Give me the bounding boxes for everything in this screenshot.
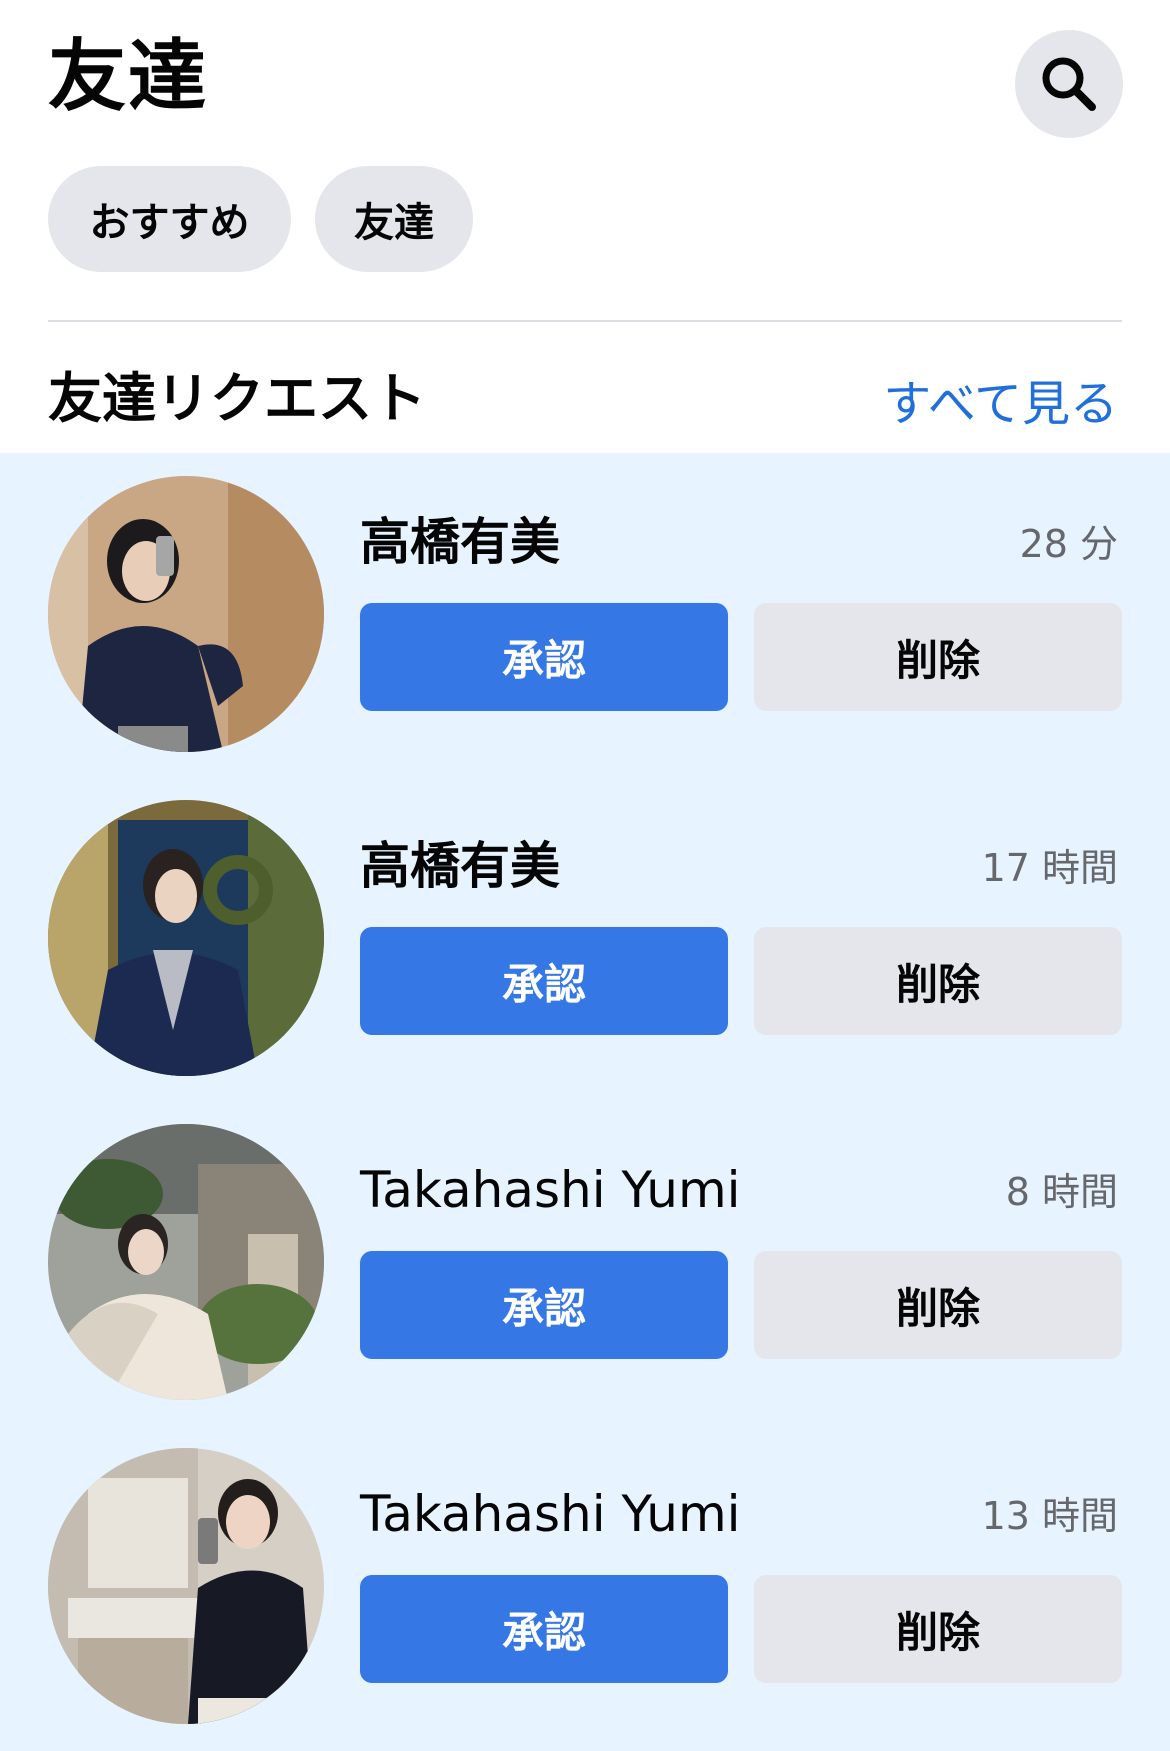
chip-recommend[interactable]: おすすめ: [48, 166, 291, 272]
request-time: 17 時間: [981, 846, 1118, 890]
avatar[interactable]: [48, 476, 324, 752]
see-all-link[interactable]: すべて見る: [883, 380, 1118, 428]
chip-friends[interactable]: 友達: [315, 166, 473, 272]
accept-button[interactable]: 承認: [360, 1251, 728, 1359]
avatar[interactable]: [48, 1448, 324, 1724]
page-title: 友達: [48, 32, 209, 122]
avatar[interactable]: [48, 800, 324, 1076]
friend-request-item: 高橋有美 28 分 承認 削除: [0, 453, 1170, 777]
requester-name[interactable]: 高橋有美: [360, 841, 560, 891]
request-time: 28 分: [1019, 522, 1118, 566]
delete-button[interactable]: 削除: [754, 1251, 1122, 1359]
divider: [48, 320, 1122, 322]
requester-name[interactable]: Takahashi Yumi: [360, 1489, 741, 1539]
search-icon: [1042, 57, 1096, 111]
friend-request-item: 高橋有美 17 時間 承認 削除: [0, 777, 1170, 1101]
request-time: 13 時間: [981, 1494, 1118, 1538]
request-time: 8 時間: [1005, 1170, 1118, 1214]
accept-button[interactable]: 承認: [360, 1575, 728, 1683]
delete-button[interactable]: 削除: [754, 603, 1122, 711]
delete-button[interactable]: 削除: [754, 1575, 1122, 1683]
requester-name[interactable]: 高橋有美: [360, 517, 560, 567]
avatar[interactable]: [48, 1124, 324, 1400]
filter-chips: おすすめ 友達: [48, 166, 473, 272]
friend-request-item: Takahashi Yumi 13 時間 承認 削除: [0, 1425, 1170, 1749]
accept-button[interactable]: 承認: [360, 603, 728, 711]
friend-request-item: Takahashi Yumi 8 時間 承認 削除: [0, 1101, 1170, 1425]
search-button[interactable]: [1015, 30, 1123, 138]
delete-button[interactable]: 削除: [754, 927, 1122, 1035]
requester-name[interactable]: Takahashi Yumi: [360, 1165, 741, 1215]
accept-button[interactable]: 承認: [360, 927, 728, 1035]
section-title: 友達リクエスト: [48, 367, 426, 430]
friend-requests-list: 高橋有美 28 分 承認 削除 高橋有美 17 時間 承認 削除 Takahas…: [0, 453, 1170, 1751]
